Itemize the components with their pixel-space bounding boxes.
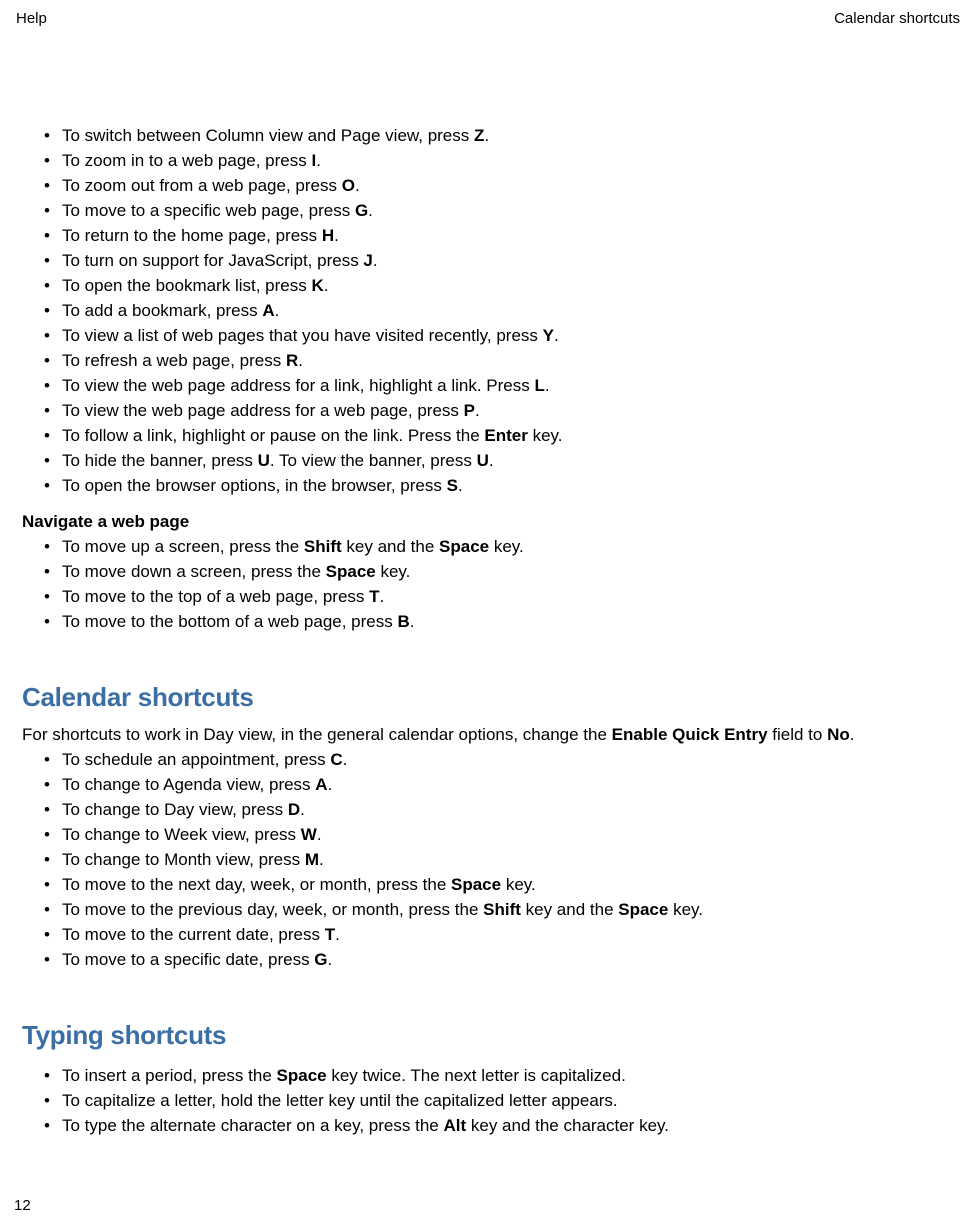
calendar-list: To schedule an appointment, press C.To c… [22, 747, 954, 972]
list-item: To change to Agenda view, press A. [22, 772, 954, 797]
browser-shortcut-list: To switch between Column view and Page v… [22, 123, 954, 498]
header-left: Help [16, 10, 47, 27]
list-item: To move to the previous day, week, or mo… [22, 897, 954, 922]
list-item: To move up a screen, press the Shift key… [22, 534, 954, 559]
page-number: 12 [14, 1197, 31, 1214]
list-item: To move to the current date, press T. [22, 922, 954, 947]
list-item: To schedule an appointment, press C. [22, 747, 954, 772]
list-item: To switch between Column view and Page v… [22, 123, 954, 148]
navigate-subhead: Navigate a web page [22, 512, 954, 532]
list-item: To follow a link, highlight or pause on … [22, 423, 954, 448]
typing-list: To insert a period, press the Space key … [22, 1063, 954, 1138]
list-item: To zoom out from a web page, press O. [22, 173, 954, 198]
navigate-list: To move up a screen, press the Shift key… [22, 534, 954, 634]
list-item: To open the bookmark list, press K. [22, 273, 954, 298]
list-item: To view a list of web pages that you hav… [22, 323, 954, 348]
list-item: To move to the bottom of a web page, pre… [22, 609, 954, 634]
list-item: To insert a period, press the Space key … [22, 1063, 954, 1088]
list-item: To change to Day view, press D. [22, 797, 954, 822]
list-item: To add a bookmark, press A. [22, 298, 954, 323]
list-item: To move to a specific web page, press G. [22, 198, 954, 223]
calendar-shortcuts-heading: Calendar shortcuts [22, 682, 954, 713]
list-item: To move to a specific date, press G. [22, 947, 954, 972]
list-item: To refresh a web page, press R. [22, 348, 954, 373]
list-item: To view the web page address for a web p… [22, 398, 954, 423]
list-item: To open the browser options, in the brow… [22, 473, 954, 498]
list-item: To change to Week view, press W. [22, 822, 954, 847]
list-item: To hide the banner, press U. To view the… [22, 448, 954, 473]
calendar-lead: For shortcuts to work in Day view, in th… [22, 725, 954, 745]
list-item: To move to the top of a web page, press … [22, 584, 954, 609]
list-item: To return to the home page, press H. [22, 223, 954, 248]
list-item: To move down a screen, press the Space k… [22, 559, 954, 584]
list-item: To change to Month view, press M. [22, 847, 954, 872]
list-item: To type the alternate character on a key… [22, 1113, 954, 1138]
list-item: To capitalize a letter, hold the letter … [22, 1088, 954, 1113]
list-item: To move to the next day, week, or month,… [22, 872, 954, 897]
list-item: To view the web page address for a link,… [22, 373, 954, 398]
list-item: To zoom in to a web page, press I. [22, 148, 954, 173]
header-right: Calendar shortcuts [834, 10, 960, 27]
typing-shortcuts-heading: Typing shortcuts [22, 1020, 954, 1051]
list-item: To turn on support for JavaScript, press… [22, 248, 954, 273]
